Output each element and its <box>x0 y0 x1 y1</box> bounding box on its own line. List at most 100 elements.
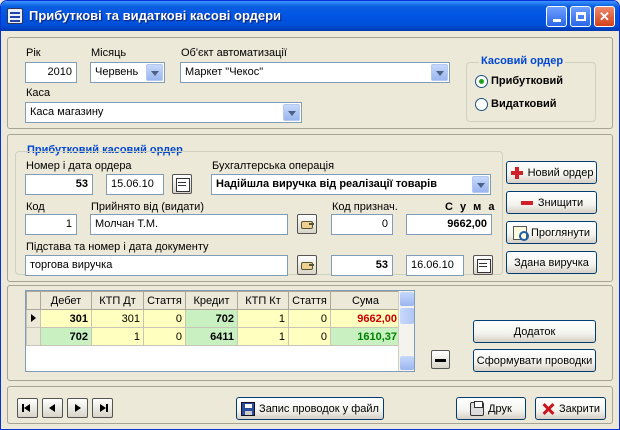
scroll-thumb[interactable] <box>400 308 414 324</box>
scroll-down-button[interactable] <box>400 356 414 370</box>
table-cell[interactable]: 0 <box>288 327 331 346</box>
order-date-field[interactable]: 15.06.10 <box>106 174 164 195</box>
new-order-label: Новий ордер <box>527 166 594 179</box>
table-cell[interactable]: 9662,00 <box>330 309 401 328</box>
remove-entry-button[interactable] <box>431 350 450 369</box>
month-value: Червень <box>95 66 139 78</box>
chevron-down-icon[interactable] <box>431 64 448 81</box>
month-select[interactable]: Червень <box>90 62 165 83</box>
table-cell[interactable]: 301 <box>91 309 144 328</box>
month-label: Місяць <box>91 47 127 59</box>
order-type-group <box>466 62 596 122</box>
close-window-button[interactable]: ✕ <box>594 6 615 27</box>
table-cell[interactable]: 1 <box>237 309 289 328</box>
radio-income[interactable] <box>475 75 488 88</box>
addition-button[interactable]: Додаток <box>473 320 596 343</box>
operation-select[interactable]: Надійшла виручка від реалізації товарів <box>211 174 491 195</box>
col-credit[interactable]: Кредит <box>185 291 238 310</box>
main-window: Прибуткові та видаткові касові ордери ✕ … <box>0 0 620 430</box>
prev-record-button[interactable] <box>42 398 63 418</box>
cash-value: Каса магазину <box>30 106 104 118</box>
col-debit[interactable]: Дебет <box>40 291 92 310</box>
table-cell[interactable]: 0 <box>143 309 186 328</box>
close-icon <box>541 402 555 416</box>
table-cell[interactable]: 1 <box>91 327 144 346</box>
received-field[interactable]: Молчан Т.М. <box>90 214 288 235</box>
close-icon: ✕ <box>599 8 610 24</box>
col-sum[interactable]: Сума <box>330 291 401 310</box>
maximize-button[interactable] <box>570 6 591 27</box>
row-indicator <box>26 327 41 346</box>
revenue-button[interactable]: Здана виручка <box>506 251 597 274</box>
close-button[interactable]: Закрити <box>535 397 606 420</box>
table-cell[interactable]: 1610,37 <box>330 327 401 346</box>
first-record-button[interactable] <box>17 398 38 418</box>
code-label: Код <box>26 201 45 213</box>
calendar-button[interactable] <box>172 174 192 194</box>
scroll-up-button[interactable] <box>400 292 414 306</box>
radio-expense-label[interactable]: Видатковий <box>491 98 557 110</box>
entries-grid[interactable]: Дебет КТП Дт Стаття Кредит КТП Кт Стаття… <box>25 290 415 372</box>
grid-scrollbar[interactable] <box>398 291 414 371</box>
save-entries-button[interactable]: Запис проводок у файл <box>236 397 384 420</box>
table-cell[interactable]: 0 <box>288 309 331 328</box>
doc-calendar-button[interactable] <box>473 255 493 275</box>
chevron-down-icon[interactable] <box>472 176 489 193</box>
delete-button[interactable]: Знищити <box>506 191 597 214</box>
new-order-button[interactable]: Новий ордер <box>506 161 597 184</box>
radio-income-label[interactable]: Прибутковий <box>491 75 563 87</box>
minimize-button[interactable] <box>546 6 567 27</box>
close-label: Закрити <box>558 402 601 415</box>
purpose-field[interactable]: 0 <box>331 214 393 235</box>
doc-date-field[interactable]: 16.06.10 <box>406 255 464 276</box>
entries-table: Дебет КТП Дт Стаття Кредит КТП Кт Стаття… <box>26 291 401 346</box>
view-button[interactable]: Проглянути <box>506 221 597 244</box>
printer-icon <box>470 400 485 416</box>
col-article-dt[interactable]: Стаття <box>143 291 186 310</box>
table-cell[interactable]: 6411 <box>185 327 238 346</box>
table-cell[interactable]: 301 <box>40 309 92 328</box>
object-value: Маркет "Чекос" <box>185 66 264 78</box>
table-cell[interactable]: 702 <box>40 327 92 346</box>
object-select[interactable]: Маркет "Чекос" <box>180 62 450 83</box>
purpose-label: Код признач. <box>332 201 398 213</box>
doc-number-field[interactable]: 53 <box>331 255 393 276</box>
chevron-down-icon[interactable] <box>283 104 300 121</box>
sum-field[interactable]: 9662,00 <box>406 214 492 235</box>
received-label: Прийнято від (видати) <box>91 201 204 213</box>
radio-expense[interactable] <box>475 98 488 111</box>
print-label: Друк <box>488 402 512 415</box>
next-record-button[interactable] <box>67 398 88 418</box>
chevron-down-icon[interactable] <box>146 64 163 81</box>
pick-person-button[interactable] <box>297 214 317 234</box>
table-cell[interactable]: 702 <box>185 309 238 328</box>
operation-label: Бухгалтерська операція <box>212 160 335 172</box>
view-icon <box>512 225 529 241</box>
pick-document-button[interactable] <box>297 255 317 275</box>
minimize-icon <box>552 19 561 22</box>
col-ktp-kt[interactable]: КТП Кт <box>237 291 289 310</box>
title-bar[interactable]: Прибуткові та видаткові касові ордери ✕ <box>1 1 619 31</box>
table-cell[interactable]: 0 <box>143 327 186 346</box>
row-indicator-header <box>26 291 41 310</box>
order-type-title: Касовий ордер <box>479 55 566 67</box>
col-ktp-dt[interactable]: КТП Дт <box>91 291 144 310</box>
order-number-field[interactable]: 53 <box>25 174 93 195</box>
table-cell[interactable]: 1 <box>237 327 289 346</box>
year-field[interactable]: 2010 <box>25 62 77 83</box>
table-row[interactable]: 702 1 0 6411 1 0 1610,37 <box>26 327 401 346</box>
code-field[interactable]: 1 <box>25 214 77 235</box>
form-entries-button[interactable]: Сформувати проводки <box>473 349 596 372</box>
col-article-kt[interactable]: Стаття <box>288 291 331 310</box>
table-row[interactable]: 301 301 0 702 1 0 9662,00 <box>26 309 401 328</box>
cash-select[interactable]: Каса магазину <box>25 102 302 123</box>
save-entries-label: Запис проводок у файл <box>259 402 379 415</box>
print-button[interactable]: Друк <box>456 397 526 420</box>
basis-field[interactable]: торгова виручка <box>25 255 288 276</box>
window-title: Прибуткові та видаткові касові ордери <box>29 8 282 23</box>
number-label: Номер і дата ордера <box>26 160 132 172</box>
last-record-button[interactable] <box>92 398 113 418</box>
view-label: Проглянути <box>530 226 591 239</box>
app-icon <box>7 8 23 24</box>
operation-value: Надійшла виручка від реалізації товарів <box>216 178 437 190</box>
